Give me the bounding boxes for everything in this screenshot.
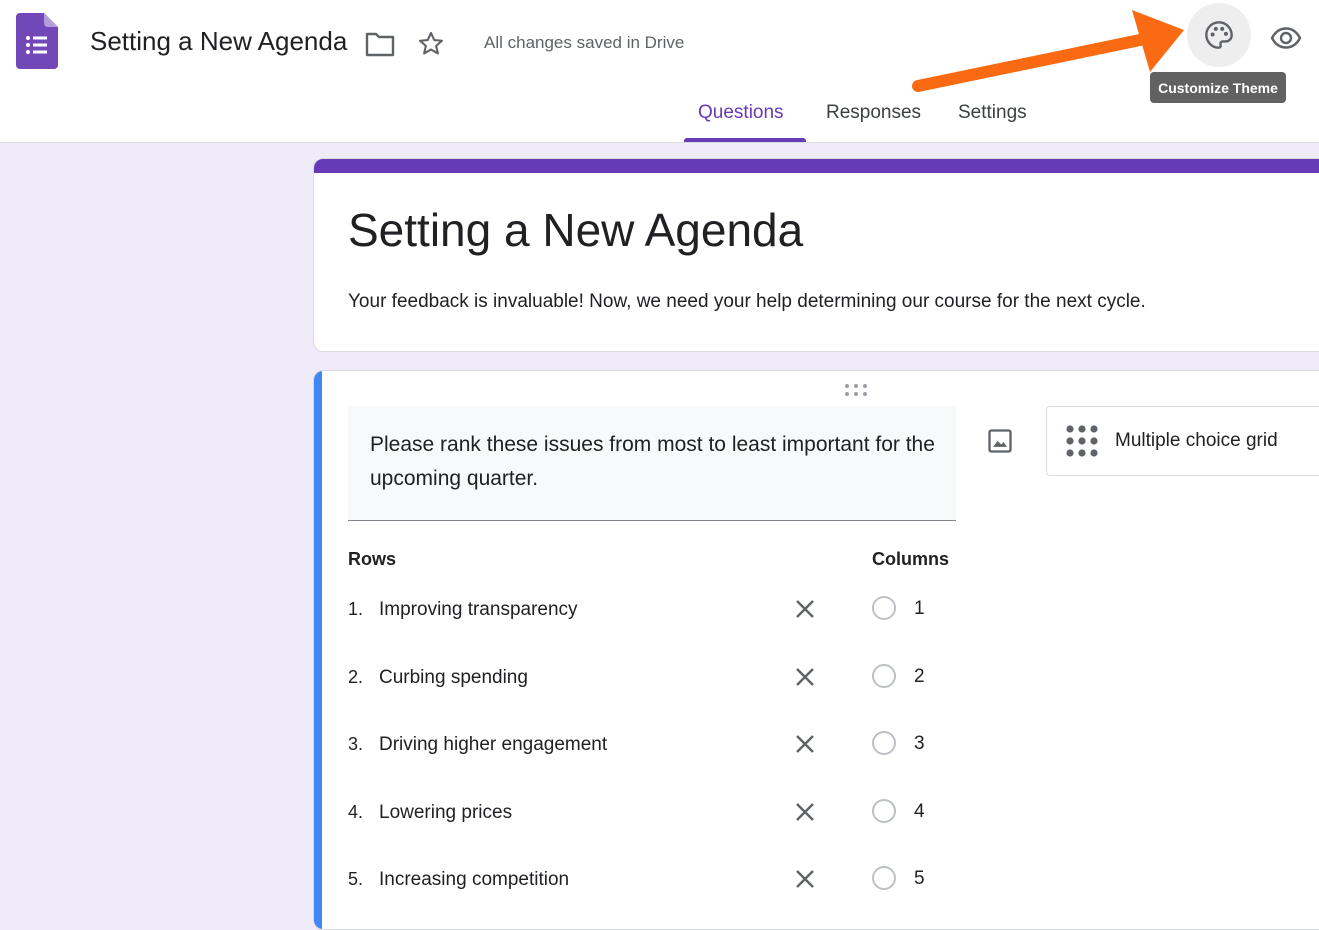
- grid-column-item: 1: [872, 593, 992, 633]
- close-icon: [796, 735, 814, 753]
- row-label-input[interactable]: Driving higher engagement: [379, 734, 607, 756]
- radio-placeholder: [872, 596, 896, 620]
- active-tab-indicator: [684, 138, 806, 142]
- form-description[interactable]: Your feedback is invaluable! Now, we nee…: [348, 291, 1146, 313]
- grid-column-item: 5: [872, 863, 992, 903]
- close-icon: [796, 870, 814, 888]
- row-label-input[interactable]: Curbing spending: [379, 667, 528, 689]
- add-image-button[interactable]: [982, 423, 1018, 459]
- remove-row-button[interactable]: [789, 661, 821, 693]
- radio-placeholder: [872, 731, 896, 755]
- radio-placeholder: [872, 866, 896, 890]
- top-bar: Setting a New Agenda All changes saved i…: [0, 0, 1319, 143]
- add-ons-button[interactable]: [1132, 18, 1172, 58]
- grid-row-item: 3. Driving higher engagement: [348, 728, 788, 768]
- puzzle-icon: [1143, 28, 1163, 48]
- close-icon: [796, 668, 814, 686]
- document-title[interactable]: Setting a New Agenda: [90, 26, 347, 57]
- move-to-folder-button[interactable]: [362, 26, 398, 62]
- radio-placeholder: [872, 799, 896, 823]
- column-label-input[interactable]: 4: [914, 801, 925, 823]
- row-number: 5.: [348, 869, 364, 889]
- drag-handle-icon[interactable]: [844, 383, 868, 397]
- question-type-label: Multiple choice grid: [1115, 430, 1278, 451]
- column-label-input[interactable]: 1: [914, 598, 925, 620]
- active-question-indicator: [314, 371, 322, 929]
- form-header-card: Setting a New Agenda Your feedback is in…: [313, 158, 1319, 352]
- header-accent-bar: [314, 159, 1319, 173]
- columns-heading: Columns: [872, 549, 950, 569]
- close-icon: [796, 600, 814, 618]
- row-number: 2.: [348, 667, 364, 687]
- tab-settings[interactable]: Settings: [958, 102, 1027, 124]
- radio-placeholder: [872, 664, 896, 688]
- remove-row-button[interactable]: [789, 728, 821, 760]
- remove-row-button[interactable]: [789, 863, 821, 895]
- customize-theme-button[interactable]: [1187, 3, 1251, 67]
- column-label-input[interactable]: 2: [914, 666, 925, 688]
- grid-dots-icon: [1066, 425, 1098, 457]
- star-icon: [418, 31, 444, 55]
- row-label-input[interactable]: Lowering prices: [379, 802, 512, 824]
- grid-row-item: 5. Increasing competition: [348, 863, 788, 903]
- eye-icon: [1270, 27, 1302, 49]
- row-number: 4.: [348, 802, 364, 822]
- star-button[interactable]: [413, 26, 449, 62]
- grid-row-item: 4. Lowering prices: [348, 796, 788, 836]
- question-card[interactable]: Please rank these issues from most to le…: [313, 370, 1319, 930]
- question-type-dropdown[interactable]: Multiple choice grid: [1046, 406, 1319, 476]
- remove-row-button[interactable]: [789, 796, 821, 828]
- preview-button[interactable]: [1264, 16, 1308, 60]
- row-label-input[interactable]: Improving transparency: [379, 599, 578, 621]
- remove-row-button[interactable]: [789, 593, 821, 625]
- image-icon: [988, 429, 1012, 453]
- tab-responses[interactable]: Responses: [826, 102, 921, 124]
- palette-icon: [1205, 21, 1233, 49]
- column-label-input[interactable]: 3: [914, 733, 925, 755]
- form-title[interactable]: Setting a New Agenda: [348, 203, 803, 257]
- grid-row-item: 2. Curbing spending: [348, 661, 788, 701]
- customize-theme-tooltip: Customize Theme: [1150, 72, 1286, 103]
- grid-column-item: 3: [872, 728, 992, 768]
- grid-column-item: 4: [872, 796, 992, 836]
- rows-heading: Rows: [348, 549, 397, 569]
- column-label-input[interactable]: 5: [914, 868, 925, 890]
- save-status: All changes saved in Drive: [484, 33, 685, 52]
- grid-column-item: 2: [872, 661, 992, 701]
- row-number: 1.: [348, 599, 364, 619]
- row-label-input[interactable]: Increasing competition: [379, 869, 569, 891]
- grid-row-item: 1. Improving transparency: [348, 593, 788, 633]
- question-title-field[interactable]: Please rank these issues from most to le…: [348, 406, 956, 521]
- close-icon: [796, 803, 814, 821]
- row-number: 3.: [348, 734, 364, 754]
- tab-questions[interactable]: Questions: [698, 102, 784, 124]
- folder-icon: [365, 32, 395, 57]
- question-text[interactable]: Please rank these issues from most to le…: [370, 428, 940, 496]
- forms-logo-icon[interactable]: [16, 13, 58, 69]
